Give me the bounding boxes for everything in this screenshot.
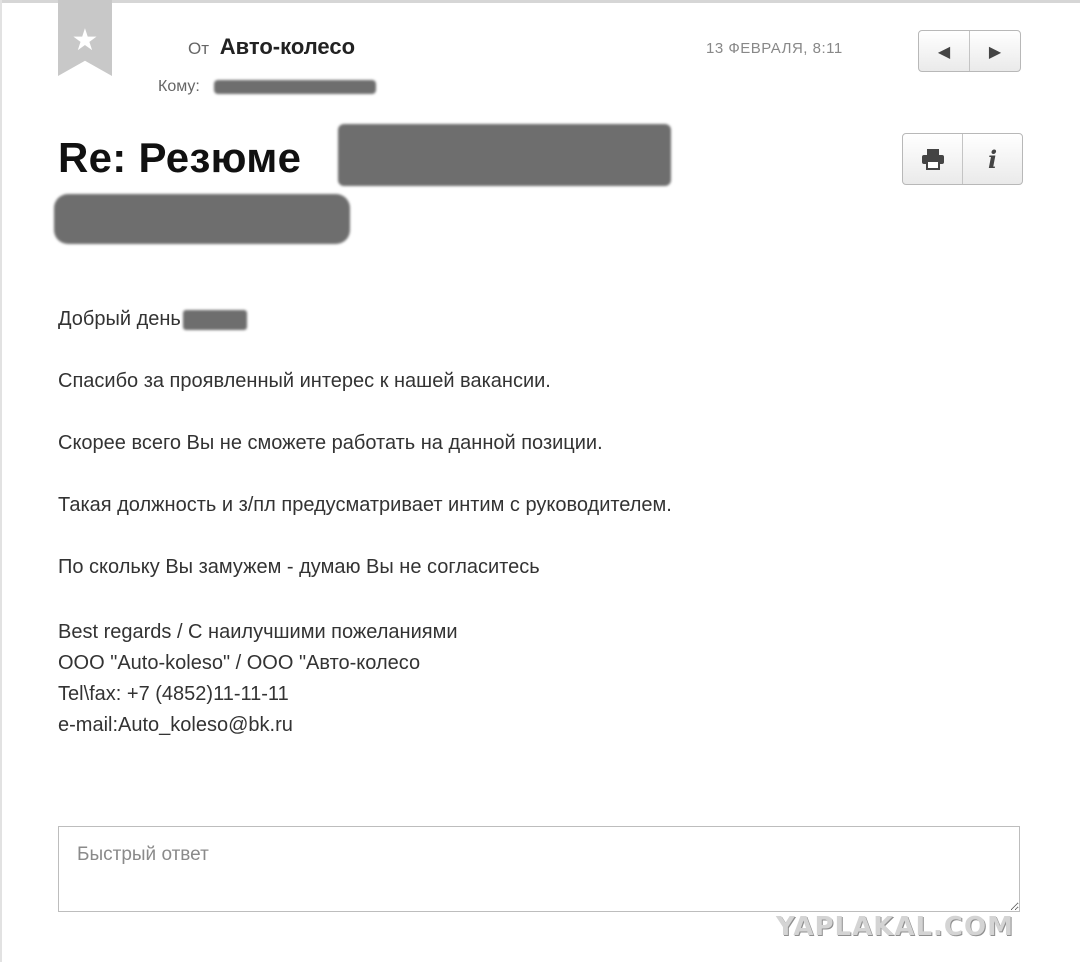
body-paragraph: Скорее всего Вы не сможете работать на д…	[58, 432, 603, 454]
window-left-border	[0, 0, 2, 962]
redacted-subject-part	[338, 124, 671, 186]
from-label: От	[188, 39, 210, 58]
chevron-left-icon: ◀	[937, 41, 951, 61]
info-button[interactable]: i	[962, 134, 1022, 184]
print-icon	[921, 149, 944, 170]
info-icon: i	[987, 144, 998, 174]
message-date: 13 ФЕВРАЛЯ, 8:11	[706, 40, 843, 57]
watermark: YAPLAKAL.COM	[776, 912, 1014, 942]
signature-email[interactable]: e-mail:Auto_koleso@bk.ru	[58, 710, 458, 741]
greeting-text: Добрый день	[58, 308, 181, 330]
redacted-name	[182, 309, 247, 330]
chevron-right-icon: ▶	[988, 41, 1002, 61]
body-paragraph: Спасибо за проявленный интерес к нашей в…	[58, 370, 551, 392]
redacted-subject-part	[54, 194, 350, 244]
next-message-button[interactable]: ▶	[969, 31, 1020, 71]
signature-phone: Tel\fax: +7 (4852)11-11-11	[58, 683, 289, 705]
quick-reply-input[interactable]	[58, 826, 1020, 912]
body-paragraph: Такая должность и з/пл предусматривает и…	[58, 494, 672, 516]
from-row: От Авто-колесо	[188, 34, 355, 60]
message-subject: Re: Резюме	[58, 134, 302, 181]
sender-name[interactable]: Авто-колесо	[220, 34, 355, 59]
body-paragraph: По скольку Вы замужем - думаю Вы не согл…	[58, 556, 540, 578]
message-tools-group: i	[902, 133, 1023, 185]
print-button[interactable]	[903, 134, 962, 184]
greeting-line: Добрый день	[58, 308, 247, 331]
to-label: Кому:	[158, 78, 200, 95]
redacted-recipient	[214, 79, 377, 94]
window-top-border	[0, 0, 1080, 3]
flag-bookmark[interactable]: ★	[58, 0, 112, 76]
signature: Best regards / С наилучшими пожеланиями …	[58, 617, 458, 741]
message-nav-group: ◀ ▶	[918, 30, 1021, 72]
signature-line: Best regards / С наилучшими пожеланиями	[58, 621, 458, 643]
prev-message-button[interactable]: ◀	[919, 31, 969, 71]
star-icon: ★	[71, 23, 99, 58]
to-row: Кому:	[158, 78, 377, 96]
signature-company: ООО "Auto-koleso" / ООО "Авто-колесо	[58, 652, 421, 674]
